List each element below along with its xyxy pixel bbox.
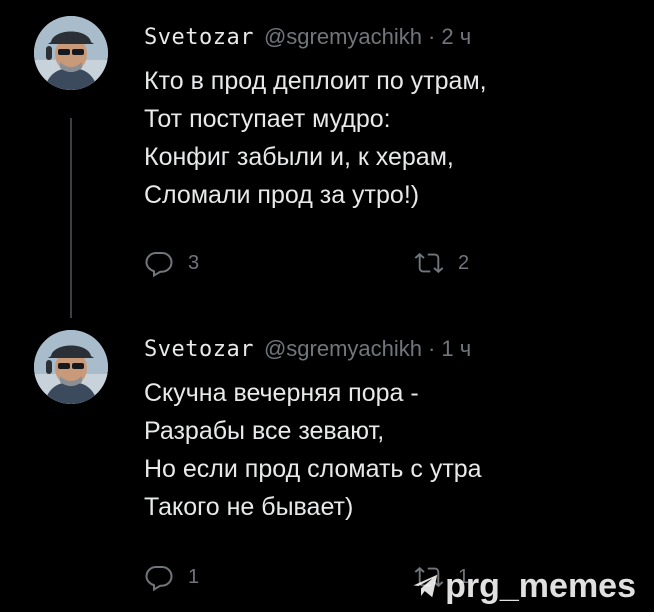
text-line: Скучна вечерняя пора - [144, 379, 419, 407]
thread-line [70, 118, 72, 318]
tweet-text: Кто в прод деплоит по утрам, Тот поступа… [144, 62, 624, 214]
separator: · [428, 24, 436, 49]
paper-plane-icon [413, 574, 438, 598]
text-line: Но если прод сломать с утра [144, 455, 482, 483]
timestamp[interactable]: 1 ч [441, 336, 471, 361]
reply-button[interactable]: 3 [144, 248, 199, 278]
reply-icon [145, 252, 173, 278]
reply-count: 1 [188, 565, 200, 588]
reply-button[interactable]: 1 [144, 562, 199, 592]
separator: · [428, 336, 436, 361]
retweet-button[interactable]: 2 [414, 248, 469, 278]
tweet-actions: 3 2 [144, 248, 624, 282]
timestamp[interactable]: 2 ч [441, 24, 471, 49]
avatar[interactable] [34, 16, 108, 90]
avatar-image [34, 330, 108, 404]
tweet-header: Svetozar @sgremyachikh · 2 ч [144, 24, 471, 50]
reply-icon [145, 566, 173, 592]
avatar-image [34, 16, 108, 90]
author-name[interactable]: Svetozar [144, 337, 254, 362]
author-handle[interactable]: @sgremyachikh [264, 24, 422, 49]
watermark-text: prg_memes [445, 567, 636, 605]
text-line: Сломали прод за утро!) [144, 181, 420, 209]
author-name[interactable]: Svetozar [144, 25, 254, 50]
text-line: Тот поступает мудро: [144, 105, 391, 133]
text-line: Разрабы все зевают, [144, 417, 385, 445]
reply-count: 3 [188, 251, 200, 274]
tweet-header: Svetozar @sgremyachikh · 1 ч [144, 336, 471, 362]
watermark: prg_memes [411, 567, 636, 606]
retweet-count: 2 [458, 251, 470, 274]
tweet-text: Скучна вечерняя пора - Разрабы все зеваю… [144, 374, 624, 526]
text-line: Кто в прод деплоит по утрам, [144, 67, 487, 95]
text-line: Такого не бывает) [144, 493, 354, 521]
avatar[interactable] [34, 330, 108, 404]
text-line: Конфиг забыли и, к херам, [144, 143, 454, 171]
retweet-icon [414, 252, 444, 274]
author-handle[interactable]: @sgremyachikh [264, 336, 422, 361]
